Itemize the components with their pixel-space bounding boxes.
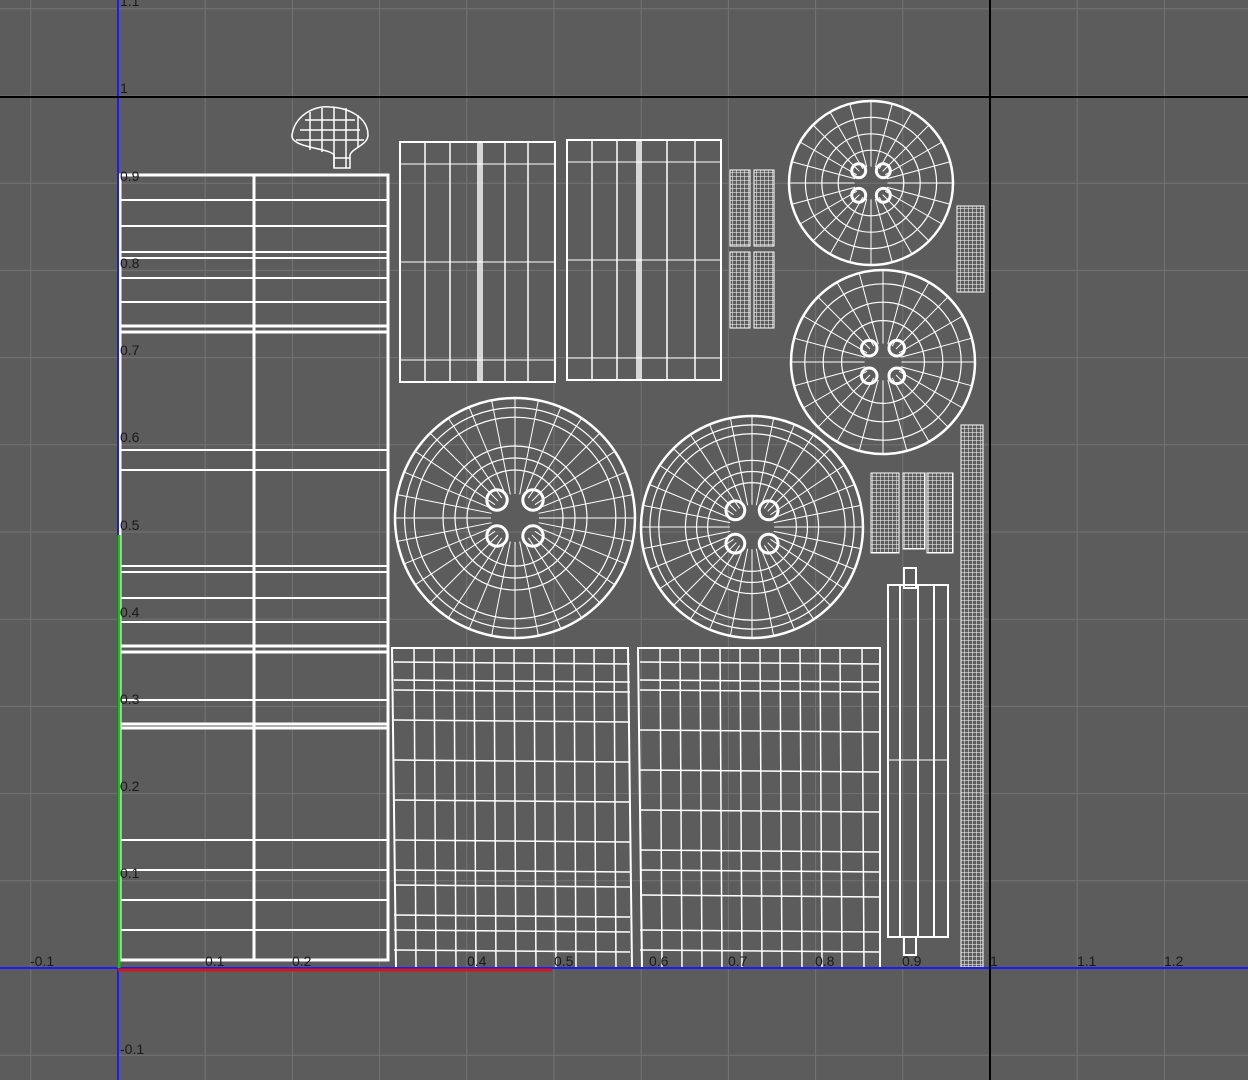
v-tick-v-0p7: 0.7 bbox=[120, 342, 140, 358]
v-tick-v-0p5: 0.5 bbox=[120, 517, 140, 533]
u-tick-u-1: 1 bbox=[990, 953, 998, 969]
uv-shell-right-tall-strip[interactable] bbox=[956, 205, 985, 968]
v-tick-v-0p2: 0.2 bbox=[120, 778, 140, 794]
uv-shell-wheel-1[interactable] bbox=[393, 396, 637, 640]
uv-shell-wheel-2[interactable] bbox=[639, 414, 865, 640]
u-tick-u-0p2: 0.2 bbox=[292, 953, 312, 969]
uv-shell-small-strips[interactable] bbox=[729, 169, 775, 329]
uv-shell-small-blocks[interactable] bbox=[870, 472, 954, 554]
uv-shell-wheel-4[interactable] bbox=[789, 268, 977, 456]
uv-shell-bottom-panel-2[interactable] bbox=[636, 647, 881, 969]
v-tick-v-0p6: 0.6 bbox=[120, 429, 140, 445]
uv-editor-viewport[interactable]: -0.1 0.1 0.2 0.4 0.5 0.6 0.7 0.8 0.9 1 1.1 1.2 1.1 1… bbox=[0, 0, 1248, 1080]
v-tick-v-0p4: 0.4 bbox=[120, 604, 140, 620]
uv-shell-bottom-panel-1[interactable] bbox=[390, 647, 634, 969]
uv-shell-left-panel[interactable] bbox=[118, 173, 390, 962]
v-tick-v-0p8: 0.8 bbox=[120, 255, 140, 271]
u-tick-u-0p5: 0.5 bbox=[554, 953, 574, 969]
v-tick-v-0p3: 0.3 bbox=[120, 691, 140, 707]
u-tick-u-0p8: 0.8 bbox=[815, 953, 835, 969]
v-tick-v-0p1: 0.1 bbox=[120, 865, 140, 881]
uv-shells[interactable] bbox=[118, 99, 985, 969]
u-tick-u-1p1: 1.1 bbox=[1077, 953, 1097, 969]
v-tick-v-1: 1 bbox=[120, 80, 128, 96]
u-tick-u-1p2: 1.2 bbox=[1164, 953, 1184, 969]
v-tick-v-neg0p1: -0.1 bbox=[120, 1041, 145, 1057]
uv-shell-top-panel-2[interactable] bbox=[566, 139, 722, 381]
u-tick-u-0p1: 0.1 bbox=[205, 953, 225, 969]
u-tick-u-0p6: 0.6 bbox=[649, 953, 669, 969]
uv-shell-small-cap[interactable] bbox=[291, 106, 369, 169]
v-tick-v-1p1: 1.1 bbox=[120, 0, 140, 9]
uv-shell-top-panel-1[interactable] bbox=[399, 141, 556, 383]
uv-shell-cylinder-bar[interactable] bbox=[887, 567, 949, 956]
u-tick-u-0p7: 0.7 bbox=[728, 953, 748, 969]
uv-canvas[interactable] bbox=[0, 0, 1248, 1080]
u-tick-u-0p9: 0.9 bbox=[902, 953, 922, 969]
v-tick-v-0p9: 0.9 bbox=[120, 168, 140, 184]
u-tick-u-neg0p1: -0.1 bbox=[30, 953, 55, 969]
u-tick-u-0p4: 0.4 bbox=[467, 953, 487, 969]
